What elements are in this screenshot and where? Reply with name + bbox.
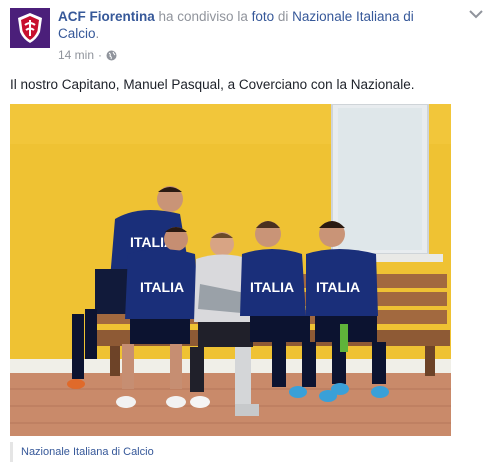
meta-separator: ·	[98, 48, 103, 62]
facebook-post: ACF Fiorentina ha condiviso la foto di N…	[0, 0, 491, 463]
author-link[interactable]: ACF Fiorentina	[58, 9, 155, 24]
photo-attribution: Nazionale Italiana di Calcio	[10, 442, 451, 462]
fiorentina-crest-icon	[10, 8, 50, 48]
headline-action-text: ha condiviso la	[158, 9, 248, 24]
team-photo[interactable]: ITALIA ITALIA ITALIA ITALIA	[10, 104, 451, 436]
attribution-link[interactable]: Nazionale Italiana di Calcio	[21, 446, 154, 458]
timestamp-link[interactable]: 14 min	[58, 48, 94, 62]
jersey-text-4: ITALIA	[316, 279, 360, 295]
post-headline: ACF Fiorentina ha condiviso la foto di N…	[58, 8, 458, 42]
jersey-text-2: ITALIA	[140, 279, 184, 295]
photo-link[interactable]: foto	[252, 9, 275, 24]
post-menu-button[interactable]	[469, 6, 483, 19]
post-meta: 14 min ·	[58, 48, 117, 62]
jersey-text-3: ITALIA	[250, 279, 294, 295]
chevron-down-icon	[469, 10, 483, 19]
globe-icon[interactable]	[106, 50, 117, 61]
post-caption: Il nostro Capitano, Manuel Pasqual, a Co…	[10, 77, 415, 92]
headline-period: .	[95, 26, 100, 41]
headline-connector-text: di	[277, 9, 289, 24]
fiorentina-avatar[interactable]	[10, 8, 50, 48]
